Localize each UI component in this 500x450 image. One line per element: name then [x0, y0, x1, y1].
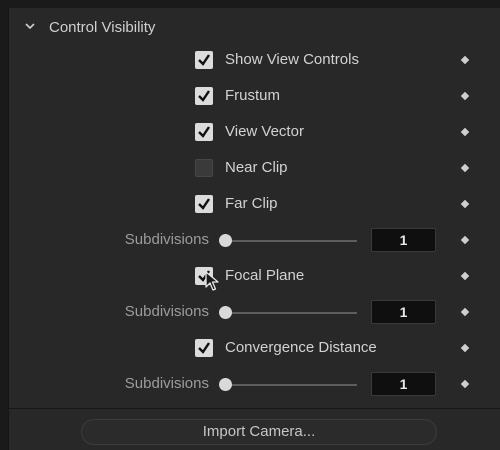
section-header[interactable]: Control Visibility [9, 8, 500, 46]
row-far-clip-subdivisions: Subdivisions 1 [9, 227, 500, 255]
keyframe-diamond-icon[interactable] [460, 235, 470, 245]
checkmark-icon [198, 90, 210, 102]
keyframe-diamond-icon[interactable] [460, 379, 470, 389]
near-clip-checkbox[interactable] [195, 159, 213, 177]
keyframe-diamond-icon[interactable] [460, 91, 470, 101]
subdivisions-label: Subdivisions [124, 231, 209, 248]
subdivisions-value-field[interactable]: 1 [371, 228, 436, 252]
mouse-pointer-icon [205, 271, 219, 291]
subdivisions-label: Subdivisions [124, 375, 209, 392]
keyframe-diamond-icon[interactable] [460, 271, 470, 281]
checkbox-label: Far Clip [225, 195, 278, 212]
import-camera-button[interactable]: Import Camera... [81, 419, 437, 445]
checkbox-label: View Vector [225, 123, 304, 140]
row-convergence-subdivisions: Subdivisions 1 [9, 371, 500, 399]
subdivisions-value-field[interactable]: 1 [371, 372, 436, 396]
checkbox-label: Focal Plane [225, 267, 305, 284]
subdivisions-slider-handle[interactable] [219, 378, 232, 391]
checkbox-label: Show View Controls [225, 51, 359, 68]
checkmark-icon [198, 126, 210, 138]
checkmark-icon [198, 54, 210, 66]
row-focal-plane-subdivisions: Subdivisions 1 [9, 299, 500, 327]
row-far-clip: Far Clip [9, 191, 500, 219]
checkmark-icon [198, 198, 210, 210]
row-view-vector: View Vector [9, 119, 500, 147]
view-vector-checkbox[interactable] [195, 123, 213, 141]
row-show-view-controls: Show View Controls [9, 47, 500, 75]
keyframe-diamond-icon[interactable] [460, 307, 470, 317]
subdivisions-label: Subdivisions [124, 303, 209, 320]
keyframe-diamond-icon[interactable] [460, 127, 470, 137]
subdivisions-slider-handle[interactable] [219, 306, 232, 319]
keyframe-diamond-icon[interactable] [460, 343, 470, 353]
keyframe-diamond-icon[interactable] [460, 199, 470, 209]
subdivisions-slider-track[interactable] [227, 312, 357, 314]
keyframe-diamond-icon[interactable] [460, 163, 470, 173]
subdivisions-slider-track[interactable] [227, 240, 357, 242]
show-view-controls-checkbox[interactable] [195, 51, 213, 69]
checkmark-icon [198, 342, 210, 354]
keyframe-diamond-icon[interactable] [460, 55, 470, 65]
row-near-clip: Near Clip [9, 155, 500, 183]
subdivisions-slider-track[interactable] [227, 384, 357, 386]
frustum-checkbox[interactable] [195, 87, 213, 105]
chevron-down-icon[interactable] [25, 21, 35, 31]
divider [9, 408, 500, 409]
row-focal-plane: Focal Plane [9, 263, 500, 291]
far-clip-checkbox[interactable] [195, 195, 213, 213]
checkbox-label: Frustum [225, 87, 281, 104]
row-frustum: Frustum [9, 83, 500, 111]
checkbox-label: Convergence Distance [225, 339, 377, 356]
control-visibility-panel: Control Visibility Show View Controls Fr… [8, 8, 500, 450]
row-convergence-distance: Convergence Distance [9, 335, 500, 363]
subdivisions-slider-handle[interactable] [219, 234, 232, 247]
convergence-distance-checkbox[interactable] [195, 339, 213, 357]
checkbox-label: Near Clip [225, 159, 288, 176]
subdivisions-value-field[interactable]: 1 [371, 300, 436, 324]
section-title: Control Visibility [49, 19, 156, 36]
